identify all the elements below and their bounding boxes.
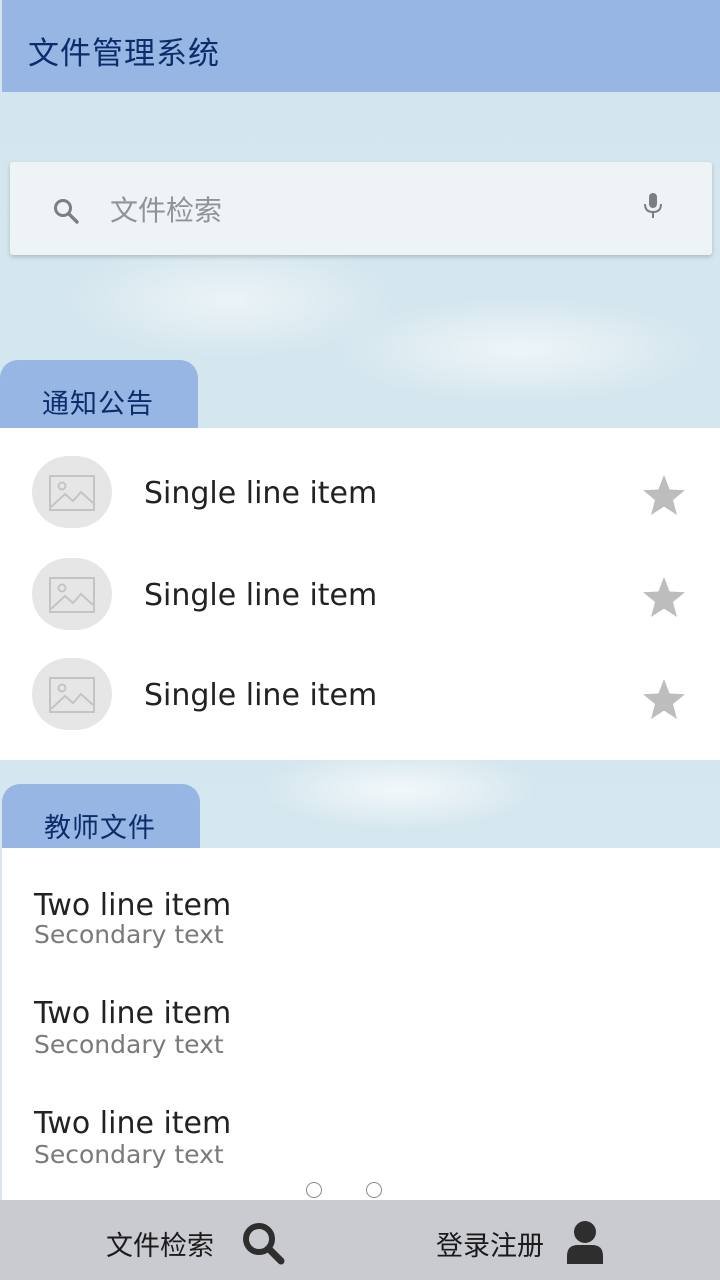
list-item-label: Single line item [144, 678, 378, 713]
list-item-secondary: Secondary text [34, 920, 224, 949]
user-icon [567, 1221, 603, 1264]
list-item-secondary: Secondary text [34, 1140, 224, 1169]
microphone-icon[interactable] [642, 192, 664, 220]
avatar [32, 558, 112, 630]
nav-login-register-button[interactable]: 登录注册 [420, 1200, 620, 1280]
nav-file-search-button[interactable]: 文件检索 [90, 1200, 310, 1280]
list-item-primary: Two line item [34, 996, 232, 1031]
list-item-secondary: Secondary text [34, 1030, 224, 1059]
page-title: 文件管理系统 [28, 36, 220, 72]
image-placeholder-icon [49, 577, 95, 613]
tab-teacher-files[interactable]: 教师文件 [2, 784, 200, 854]
star-icon[interactable] [642, 678, 686, 720]
list-item[interactable]: Single line item [0, 648, 720, 748]
page-indicator-dot[interactable] [306, 1182, 322, 1198]
teacher-files-list: Two line item Secondary text Two line it… [2, 848, 720, 1200]
star-icon[interactable] [642, 576, 686, 618]
list-item[interactable]: Single line item [0, 548, 720, 648]
nav-file-search-label: 文件检索 [106, 1231, 214, 1262]
image-placeholder-icon [49, 475, 95, 511]
search-input[interactable] [108, 180, 612, 240]
list-item[interactable]: Two line item Secondary text [2, 1098, 720, 1198]
page-indicator-dot[interactable] [366, 1182, 382, 1198]
star-icon[interactable] [642, 474, 686, 516]
list-item-label: Single line item [144, 578, 378, 613]
notices-list: Single line item Single line item Single… [0, 428, 720, 760]
list-item[interactable]: Single line item [0, 446, 720, 546]
tab-notices[interactable]: 通知公告 [0, 360, 198, 430]
tab-teacher-files-label: 教师文件 [44, 813, 156, 844]
avatar [32, 658, 112, 730]
search-icon[interactable] [52, 197, 80, 225]
avatar [32, 456, 112, 528]
nav-login-register-label: 登录注册 [436, 1231, 544, 1262]
list-item-label: Single line item [144, 476, 378, 511]
list-item-primary: Two line item [34, 888, 232, 923]
list-item-primary: Two line item [34, 1106, 232, 1141]
image-placeholder-icon [49, 677, 95, 713]
bottom-nav: 文件检索 登录注册 [0, 1200, 720, 1280]
app-bar: 文件管理系统 [2, 0, 720, 92]
list-item[interactable]: Two line item Secondary text [2, 878, 720, 978]
list-item[interactable]: Two line item Secondary text [2, 988, 720, 1088]
tab-notices-label: 通知公告 [42, 389, 154, 420]
search-icon [243, 1223, 285, 1265]
